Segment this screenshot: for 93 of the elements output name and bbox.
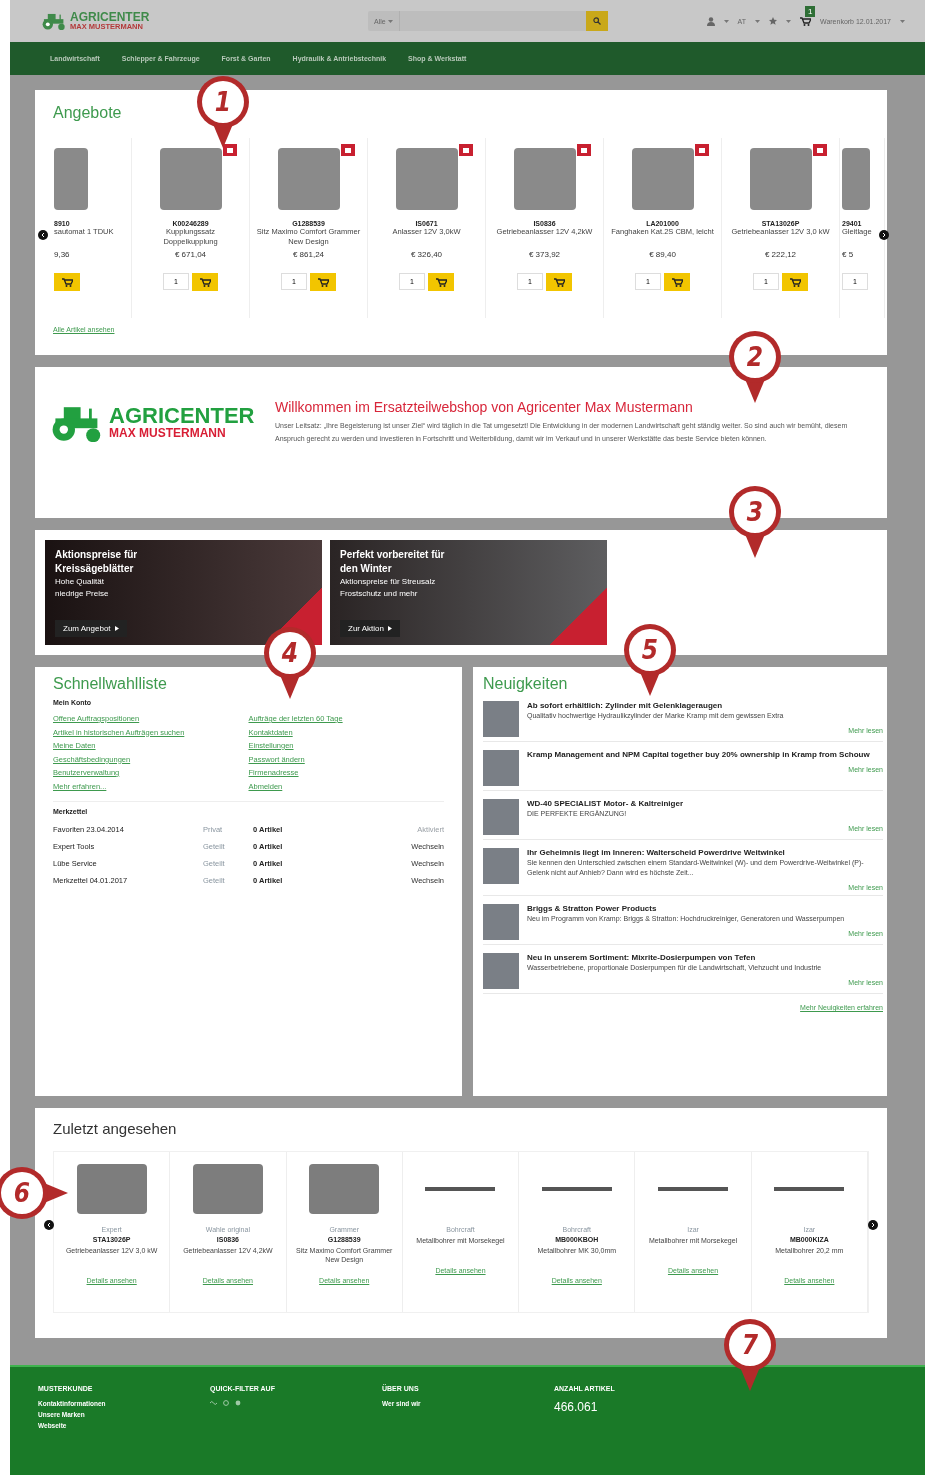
product-photo[interactable]: [842, 148, 870, 210]
product-photo[interactable]: [54, 148, 88, 210]
news-title[interactable]: WD-40 SPECIALIST Motor- & Kaltreiniger: [527, 799, 883, 810]
next-arrow-icon[interactable]: [879, 230, 889, 240]
product-photo[interactable]: [76, 1164, 147, 1214]
product-photo[interactable]: [159, 148, 222, 210]
banner-text: Aktionspreise für Streusalz: [340, 576, 437, 588]
drill-bit-photo[interactable]: [658, 1187, 729, 1191]
add-to-cart-button[interactable]: [54, 273, 80, 291]
gift-tag-icon: [695, 144, 709, 156]
caret-icon: [786, 19, 792, 23]
banner-text: Hohe Qualität: [55, 576, 105, 588]
wave-icon[interactable]: [210, 1400, 217, 1405]
search-button[interactable]: [586, 11, 608, 31]
banner-text: niedrige Preise: [55, 588, 110, 600]
cart-icon: [317, 277, 329, 287]
news-title[interactable]: Neu in unserem Sortiment: Mixrite-Dosierpumpen von Tefen: [527, 953, 883, 964]
product-price: € 222,12: [764, 250, 797, 259]
drill-bit-photo[interactable]: [774, 1187, 845, 1191]
product-photo[interactable]: [513, 148, 576, 210]
caret-icon: [900, 19, 905, 23]
product-price: € 326,40: [410, 250, 443, 259]
cart-icon: [789, 277, 801, 287]
add-to-cart-button[interactable]: [546, 273, 572, 291]
banner-button[interactable]: Zur Aktion: [340, 620, 400, 637]
add-to-cart-button[interactable]: [664, 273, 690, 291]
section-title: Neuigkeiten: [483, 675, 569, 693]
star-icon[interactable]: [769, 17, 778, 25]
logo-subtitle: MAX MUSTERMANN: [109, 427, 227, 440]
banner-button[interactable]: Zum Angebot: [55, 620, 127, 637]
play-arrow-icon: [388, 626, 392, 631]
article-count: 466.061: [554, 1400, 599, 1414]
news-thumbnail[interactable]: [483, 904, 519, 940]
gift-tag-icon: [459, 144, 473, 156]
cart-count-badge: 1: [805, 5, 816, 17]
product-price: € 5: [842, 250, 854, 259]
previous-arrow-icon[interactable]: [38, 230, 48, 240]
add-to-cart-button[interactable]: [782, 273, 808, 291]
product-price: € 671,04: [174, 250, 207, 260]
search-icon: [593, 17, 601, 25]
product-price: 9,36: [54, 250, 70, 259]
product-photo[interactable]: [309, 1164, 380, 1214]
product-photo[interactable]: [631, 148, 694, 210]
news-thumbnail[interactable]: [483, 750, 519, 786]
news-title[interactable]: Ab sofort erhältlich: Zylinder mit Gelenklageraugen: [527, 701, 883, 712]
news-thumbnail[interactable]: [483, 701, 519, 737]
circle-icon[interactable]: [223, 1400, 229, 1406]
cart-icon: [553, 277, 565, 287]
caret-icon: [755, 19, 761, 23]
news-thumbnail[interactable]: [483, 848, 519, 884]
drill-bit-photo[interactable]: [425, 1187, 496, 1191]
product-price: € 373,92: [528, 250, 561, 259]
play-arrow-icon: [114, 626, 119, 631]
section-title: Schnellwahlliste: [53, 675, 168, 693]
news-thumbnail[interactable]: [483, 953, 519, 989]
product-price: € 861,24: [292, 250, 325, 260]
news-thumbnail[interactable]: [483, 799, 519, 835]
cart-icon: [435, 277, 447, 287]
cart-icon: [800, 16, 812, 26]
product-price: € 89,40: [649, 250, 676, 259]
user-icon[interactable]: [706, 16, 715, 26]
banner-text: Frostschutz und mehr: [340, 588, 419, 600]
gift-tag-icon: [341, 144, 355, 156]
cart-icon: [199, 277, 211, 287]
cart-icon: [671, 277, 683, 287]
product-photo[interactable]: [192, 1164, 263, 1214]
section-title: Zuletzt angesehen: [53, 1120, 178, 1137]
add-to-cart-button[interactable]: [428, 273, 454, 291]
product-photo[interactable]: [749, 148, 812, 210]
welcome-title: Willkommen im Ersatzteilwebshop von Agricenter Max Mustermann: [275, 399, 694, 415]
news-title[interactable]: Briggs & Stratton Power Products: [527, 904, 883, 915]
cart-icon: [61, 277, 73, 287]
add-to-cart-button[interactable]: [310, 273, 336, 292]
caret-icon: [723, 19, 729, 23]
previous-arrow-icon[interactable]: [44, 1220, 54, 1230]
promo-banner[interactable]: Perfekt vorbereitet für den Winter Aktionspreise für Streusalz Frostschutz und mehr Zur Aktion: [330, 540, 607, 645]
section-title: Angebote: [53, 104, 123, 122]
drill-bit-photo[interactable]: [541, 1187, 612, 1191]
add-to-cart-button[interactable]: [192, 273, 218, 292]
tractor-logo-icon: [40, 11, 66, 31]
product-photo[interactable]: [395, 148, 458, 210]
gift-tag-icon: [813, 144, 827, 156]
gift-tag-icon: [223, 144, 237, 156]
news-title[interactable]: Ihr Geheimnis liegt im Inneren: Walterscheid Powerdrive Weitwinkel: [527, 848, 883, 859]
caret-icon: [387, 19, 393, 23]
logo-name: AGRICENTER: [70, 11, 150, 24]
product-photo[interactable]: [277, 148, 340, 210]
banner-title: Perfekt vorbereitet für den Winter: [340, 548, 446, 576]
logo-name: AGRICENTER: [109, 405, 255, 428]
banner-title: Aktionspreise für Kreissägeblätter: [55, 548, 139, 576]
gift-tag-icon: [577, 144, 591, 156]
news-title[interactable]: Kramp Management and NPM Capital together buy 20% ownership in Kramp from Schouw: [527, 750, 883, 761]
next-arrow-icon[interactable]: [868, 1220, 878, 1230]
